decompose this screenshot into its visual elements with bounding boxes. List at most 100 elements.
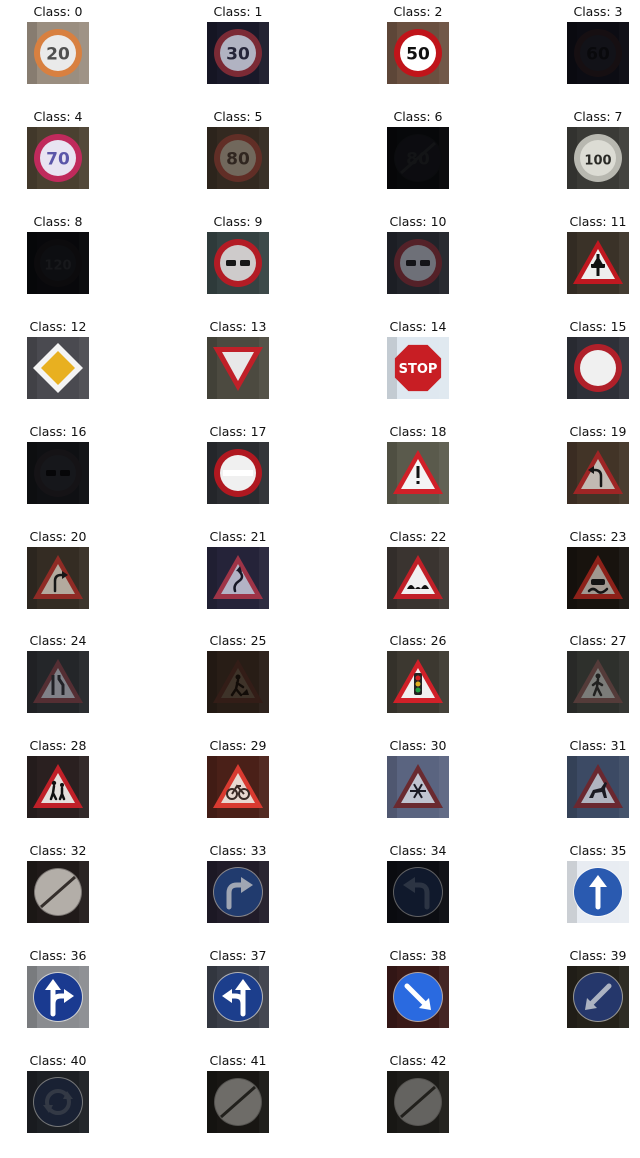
class-cell: Class: 42 [368, 1049, 468, 1139]
class-cell: Class: 35 [548, 839, 640, 929]
end-of-limits-sign-icon [27, 861, 89, 924]
class-title: Class: 19 [569, 423, 627, 439]
class-title: Class: 38 [389, 948, 447, 964]
class-cell: Class: 32 [8, 839, 108, 929]
class-title: Class: 32 [29, 843, 87, 859]
speed-limit-70-sign-icon: 70 [27, 126, 89, 189]
class-title: Class: 34 [389, 843, 447, 859]
class-title: Class: 5 [213, 108, 263, 124]
speed-limit-60-sign-icon: 60 [567, 22, 629, 84]
traffic-signals-sign-icon [387, 651, 449, 714]
class-cell: Class: 22 [368, 525, 468, 615]
class-cell: Class: 5 80 [188, 105, 288, 195]
class-title: Class: 35 [569, 843, 627, 859]
class-title: Class: 13 [209, 318, 267, 334]
turn-left-ahead-sign-icon [387, 861, 449, 924]
yield-sign-icon [207, 336, 269, 399]
svg-text:STOP: STOP [399, 362, 438, 377]
class-cell: Class: 24 [8, 629, 108, 719]
class-cell: Class: 30 [368, 734, 468, 824]
roundabout-mandatory-sign-icon [27, 1071, 89, 1133]
speed-limit-20-sign-icon: 20 [27, 22, 89, 84]
svg-text:100: 100 [584, 153, 611, 168]
class-title: Class: 14 [389, 318, 447, 334]
class-cell: Class: 41 [188, 1049, 288, 1139]
class-title: Class: 18 [389, 423, 447, 439]
class-cell: Class: 0 20 [8, 0, 108, 90]
class-cell: Class: 39 [548, 944, 640, 1034]
class-cell: Class: 27 [548, 629, 640, 719]
class-title: Class: 37 [209, 948, 267, 964]
dangerous-curve-right-sign-icon [27, 546, 89, 609]
keep-right-sign-icon [387, 966, 449, 1029]
class-cell: Class: 37 [188, 944, 288, 1034]
class-title: Class: 11 [569, 213, 627, 229]
no-passing-trucks-sign-icon [387, 231, 449, 294]
speed-limit-50-sign-icon: 50 [387, 22, 449, 84]
class-title: Class: 1 [213, 4, 263, 19]
class-title: Class: 16 [29, 423, 87, 439]
class-title: Class: 28 [29, 738, 87, 754]
class-cell: Class: 23 [548, 525, 640, 615]
class-cell: Class: 8 120 [8, 210, 108, 300]
class-cell: Class: 9 [188, 210, 288, 300]
speed-limit-120-sign-icon: 120 [27, 231, 89, 294]
end-of-no-passing-sign-icon [207, 1071, 269, 1133]
class-cell: Class: 14 STOP [368, 315, 468, 405]
class-cell: Class: 4 70 [8, 105, 108, 195]
svg-text:50: 50 [406, 45, 430, 65]
class-cell: Class: 20 [8, 525, 108, 615]
stop-sign-icon: STOP [387, 336, 449, 399]
no-trucks-sign-icon [27, 441, 89, 504]
class-title: Class: 31 [569, 738, 627, 754]
class-cell: Class: 12 [8, 315, 108, 405]
class-cell: Class: 6 80 [368, 105, 468, 195]
class-title: Class: 8 [33, 213, 83, 229]
dangerous-curve-left-sign-icon [567, 441, 629, 504]
right-of-way-intersection-sign-icon [567, 231, 629, 294]
go-straight-or-left-sign-icon [207, 966, 269, 1029]
class-title: Class: 36 [29, 948, 87, 964]
class-cell: Class: 34 [368, 839, 468, 929]
class-cell: Class: 2 50 [368, 0, 468, 90]
class-cell: Class: 21 [188, 525, 288, 615]
class-title: Class: 20 [29, 528, 87, 544]
class-cell: Class: 13 [188, 315, 288, 405]
class-title: Class: 15 [569, 318, 627, 334]
go-straight-or-right-sign-icon [27, 966, 89, 1029]
pedestrians-sign-icon [567, 651, 629, 714]
speed-limit-100-sign-icon: 100 [567, 126, 629, 189]
road-work-sign-icon [207, 651, 269, 714]
class-title: Class: 40 [29, 1053, 87, 1068]
speed-limit-30-sign-icon: 30 [207, 22, 269, 84]
class-title: Class: 17 [209, 423, 267, 439]
class-cell: Class: 16 [8, 420, 108, 510]
class-title: Class: 23 [569, 528, 627, 544]
end-speed-limit-80-sign-icon: 80 [387, 126, 449, 189]
class-cell: Class: 11 [548, 210, 640, 300]
class-title: Class: 41 [209, 1053, 267, 1068]
class-title: Class: 27 [569, 633, 627, 649]
road-narrows-right-sign-icon [27, 651, 89, 714]
class-grid: Class: 0 20 Class: 1 30 Class: 2 50 Class: 3 60… [0, 0, 640, 1158]
class-cell: Class: 36 [8, 944, 108, 1034]
class-cell: Class: 1 30 [188, 0, 288, 90]
class-title: Class: 21 [209, 528, 267, 544]
class-title: Class: 12 [29, 318, 87, 334]
class-title: Class: 6 [393, 108, 443, 124]
slippery-road-sign-icon [567, 546, 629, 609]
class-title: Class: 30 [389, 738, 447, 754]
class-cell: Class: 31 [548, 734, 640, 824]
class-title: Class: 24 [29, 633, 87, 649]
class-title: Class: 39 [569, 948, 627, 964]
class-title: Class: 7 [573, 108, 623, 124]
priority-road-sign-icon [27, 336, 89, 399]
class-title: Class: 3 [573, 4, 623, 19]
class-title: Class: 25 [209, 633, 267, 649]
bicycles-crossing-sign-icon [207, 756, 269, 819]
class-cell: Class: 38 [368, 944, 468, 1034]
beware-ice-snow-sign-icon [387, 756, 449, 819]
svg-text:70: 70 [46, 149, 70, 169]
double-curve-sign-icon [207, 546, 269, 609]
class-cell: Class: 40 [8, 1049, 108, 1139]
